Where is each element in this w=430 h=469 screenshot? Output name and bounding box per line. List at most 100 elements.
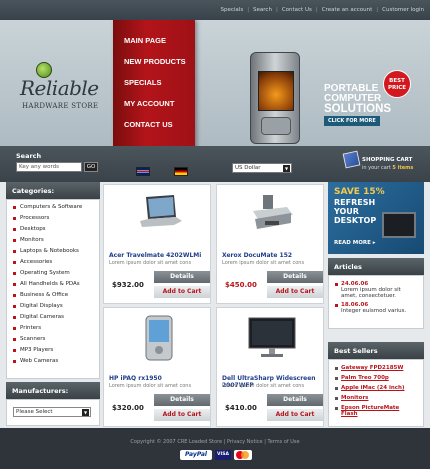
currency-select[interactable]: US Dollar ▼ bbox=[232, 163, 292, 173]
save-15-banner[interactable]: SAVE 15% REFRESH YOUR DESKTOP READ MORE … bbox=[328, 182, 424, 254]
paypal-logo: PayPal bbox=[180, 450, 212, 460]
product-price: $320.00 bbox=[112, 404, 144, 412]
german-flag-icon[interactable] bbox=[174, 167, 188, 176]
best-seller-item[interactable]: Epson PictureMate Flash bbox=[335, 405, 417, 417]
article-text[interactable]: Lorem ipsum dolor sit amet, consectetuer… bbox=[335, 287, 417, 299]
promo-line-3: SOLUTIONS bbox=[324, 103, 392, 115]
category-item[interactable]: Monitors bbox=[13, 237, 99, 248]
product-price: $410.00 bbox=[225, 404, 257, 412]
top-link-contact[interactable]: Contact Us bbox=[282, 7, 312, 13]
pda-image[interactable] bbox=[134, 314, 184, 362]
terms-of-use-link[interactable]: Terms of Use bbox=[268, 439, 300, 445]
product-name[interactable]: HP iPAQ rx1950 bbox=[109, 375, 213, 382]
add-to-cart-button[interactable]: Add to Cart bbox=[154, 409, 210, 421]
separator: | bbox=[247, 7, 250, 13]
category-item[interactable]: Digital Cameras bbox=[13, 314, 99, 325]
logo-subtitle: HARDWARE STORE bbox=[22, 102, 99, 110]
copyright-text: Copyright © 2007 CRE Loaded Store bbox=[130, 439, 223, 445]
shopping-cart-icon[interactable] bbox=[342, 150, 361, 169]
details-button[interactable]: Details bbox=[154, 271, 210, 283]
articles-box: Articles 24.06.06 Lorem ipsum dolor sit … bbox=[328, 258, 424, 329]
best-seller-item[interactable]: Gateway FPD2185W bbox=[335, 365, 417, 375]
phone-keypad bbox=[261, 117, 291, 135]
product-description: Lorem ipsum dolor sit amet cons bbox=[222, 383, 305, 389]
ad-headline-line: DESKTOP bbox=[334, 216, 377, 225]
english-flag-icon[interactable] bbox=[136, 167, 150, 176]
phone-screen bbox=[258, 71, 294, 111]
product-card: Acer Travelmate 4202WLMi Lorem ipsum dol… bbox=[103, 184, 211, 304]
search-label: Search bbox=[16, 152, 42, 160]
category-item[interactable]: Digital Displays bbox=[13, 303, 99, 314]
chevron-down-icon: ▼ bbox=[82, 409, 89, 416]
best-seller-item[interactable]: Apple iMac (24 inch) bbox=[335, 385, 417, 395]
articles-title: Articles bbox=[328, 258, 424, 275]
main-menu: MAIN PAGE NEW PRODUCTS SPECIALS MY ACCOU… bbox=[113, 20, 195, 146]
product-price: $450.00 bbox=[225, 281, 257, 289]
best-seller-item[interactable]: Palm Treo 700p bbox=[335, 375, 417, 385]
category-item[interactable]: Accessories bbox=[13, 259, 99, 270]
click-for-more-button[interactable]: CLICK FOR MORE bbox=[324, 116, 380, 126]
manufacturer-select[interactable]: Please Select ▼ bbox=[13, 407, 91, 417]
top-link-specials[interactable]: Specials bbox=[221, 7, 244, 13]
search-go-button[interactable]: GO bbox=[84, 162, 98, 172]
read-more-link[interactable]: READ MORE ▸ bbox=[334, 240, 376, 246]
cart-summary: in your cart 5 items bbox=[362, 165, 413, 171]
currency-value: US Dollar bbox=[235, 165, 261, 171]
top-link-search[interactable]: Search bbox=[253, 7, 272, 13]
category-item[interactable]: Scanners bbox=[13, 336, 99, 347]
main-content: Categories: Computers & Software Process… bbox=[0, 182, 430, 428]
separator: | bbox=[275, 7, 278, 13]
menu-item-contact-us[interactable]: CONTACT US bbox=[124, 120, 186, 141]
product-name[interactable]: Acer Travelmate 4202WLMi bbox=[109, 252, 213, 259]
article-text[interactable]: Integer euismod varius. bbox=[335, 308, 417, 314]
monitor-image[interactable] bbox=[247, 314, 297, 362]
footer: Copyright © 2007 CRE Loaded Store | Priv… bbox=[0, 428, 430, 469]
ad-headline: REFRESH YOUR DESKTOP bbox=[334, 198, 376, 225]
manufacturers-body: Please Select ▼ bbox=[6, 399, 100, 426]
visa-logo: VISA bbox=[215, 450, 231, 460]
category-item[interactable]: Printers bbox=[13, 325, 99, 336]
product-name[interactable]: Xerox DocuMate 152 bbox=[222, 252, 326, 259]
product-description: Lorem ipsum dolor sit amet cons bbox=[222, 260, 305, 266]
best-seller-item[interactable]: Monitors bbox=[335, 395, 417, 405]
top-link-create-account[interactable]: Create an account bbox=[322, 7, 373, 13]
search-input[interactable]: Key any words bbox=[16, 162, 82, 172]
menu-item-specials[interactable]: SPECIALS bbox=[124, 78, 186, 99]
add-to-cart-button[interactable]: Add to Cart bbox=[267, 409, 323, 421]
details-button[interactable]: Details bbox=[154, 394, 210, 406]
add-to-cart-button[interactable]: Add to Cart bbox=[154, 286, 210, 298]
product-card: Xerox DocuMate 152 Lorem ipsum dolor sit… bbox=[216, 184, 324, 304]
categories-box: Categories: Computers & Software Process… bbox=[6, 182, 100, 379]
article-date: 18.06.06 bbox=[335, 302, 417, 308]
product-description: Lorem ipsum dolor sit amet cons bbox=[109, 260, 192, 266]
category-item[interactable]: Web Cameras bbox=[13, 358, 99, 369]
product-grid: Acer Travelmate 4202WLMi Lorem ipsum dol… bbox=[103, 182, 325, 428]
ad-headline-line: YOUR bbox=[334, 207, 359, 216]
shopping-cart-title[interactable]: SHOPPING CART bbox=[362, 157, 412, 163]
header-banner: Reliable HARDWARE STORE MAIN PAGE NEW PR… bbox=[0, 20, 430, 146]
category-item[interactable]: Desktops bbox=[13, 226, 99, 237]
article-date: 24.06.06 bbox=[335, 281, 417, 287]
category-item[interactable]: Computers & Software bbox=[13, 204, 99, 215]
category-item[interactable]: Business & Office bbox=[13, 292, 99, 303]
menu-item-main-page[interactable]: MAIN PAGE bbox=[124, 36, 186, 57]
category-item[interactable]: Laptops & Notebooks bbox=[13, 248, 99, 259]
store-logo[interactable]: Reliable HARDWARE STORE bbox=[14, 58, 110, 118]
category-item[interactable]: Operating System bbox=[13, 270, 99, 281]
best-sellers-list: Gateway FPD2185W Palm Treo 700p Apple iM… bbox=[328, 359, 424, 427]
top-link-customer-login[interactable]: Customer login bbox=[382, 7, 424, 13]
details-button[interactable]: Details bbox=[267, 394, 323, 406]
menu-item-my-account[interactable]: MY ACCOUNT bbox=[124, 99, 186, 120]
scanner-image[interactable] bbox=[247, 191, 297, 239]
promo-banner[interactable]: PORTABLE COMPUTER SOLUTIONS CLICK FOR MO… bbox=[324, 84, 408, 138]
menu-item-new-products[interactable]: NEW PRODUCTS bbox=[124, 57, 186, 78]
mastercard-logo bbox=[234, 450, 252, 460]
add-to-cart-button[interactable]: Add to Cart bbox=[267, 286, 323, 298]
privacy-notice-link[interactable]: Privacy Notice bbox=[227, 439, 263, 445]
category-item[interactable]: All Handhelds & PDAs bbox=[13, 281, 99, 292]
cart-items-count[interactable]: 5 items bbox=[392, 165, 413, 171]
category-item[interactable]: MP3 Players bbox=[13, 347, 99, 358]
details-button[interactable]: Details bbox=[267, 271, 323, 283]
category-item[interactable]: Processors bbox=[13, 215, 99, 226]
laptop-image[interactable] bbox=[134, 191, 184, 239]
